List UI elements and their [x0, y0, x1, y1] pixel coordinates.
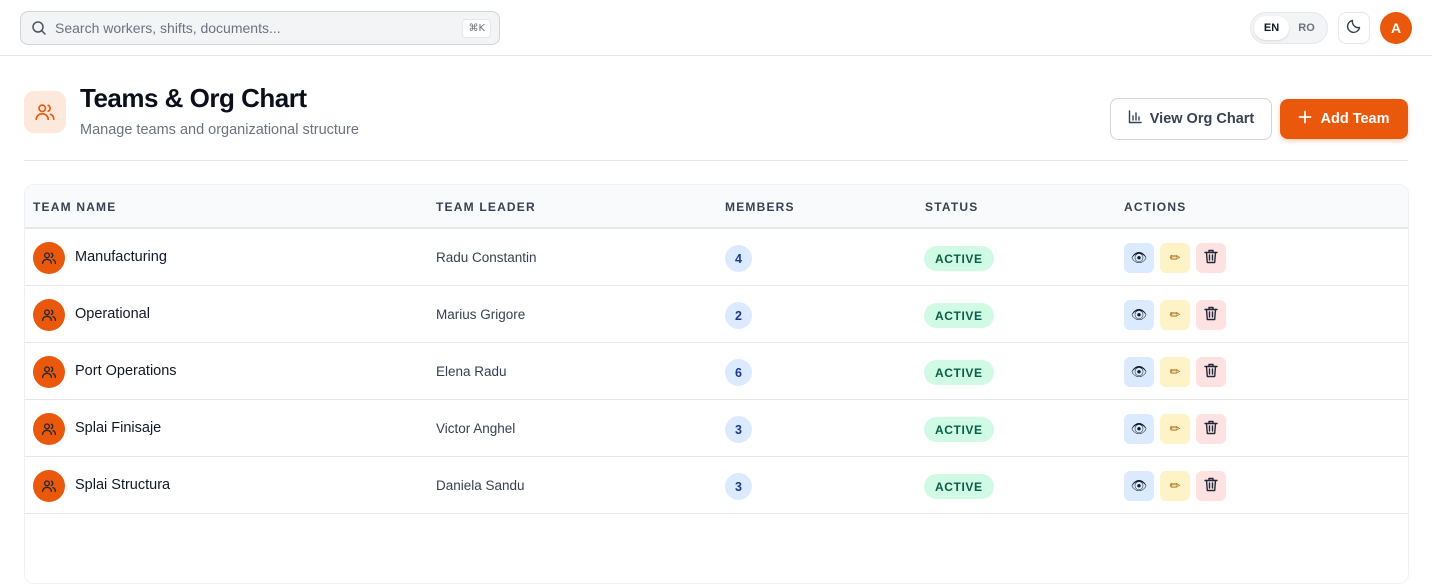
trash-icon: [1204, 420, 1218, 439]
status-badge: ACTIVE: [924, 474, 994, 499]
pencil-icon: ✏: [1169, 250, 1181, 266]
view-team-button[interactable]: 👁: [1124, 243, 1154, 273]
search-input[interactable]: [55, 20, 463, 36]
status-badge: ACTIVE: [924, 360, 994, 385]
language-switcher[interactable]: EN RO: [1250, 12, 1328, 44]
top-bar: ⌘K EN RO A: [0, 0, 1432, 56]
edit-team-button[interactable]: ✏: [1160, 300, 1190, 330]
delete-team-button[interactable]: [1196, 300, 1226, 330]
view-org-chart-button[interactable]: View Org Chart: [1110, 98, 1272, 140]
add-team-label: Add Team: [1320, 111, 1390, 127]
view-team-button[interactable]: 👁: [1124, 471, 1154, 501]
table-row[interactable]: Splai Finisaje Victor Anghel 3 ACTIVE 👁 …: [25, 400, 1408, 457]
edit-team-button[interactable]: ✏: [1160, 471, 1190, 501]
team-name: Port Operations: [75, 363, 177, 379]
table-body: Manufacturing Radu Constantin 4 ACTIVE 👁…: [25, 229, 1408, 514]
column-header-team-name: TEAM NAME: [33, 200, 117, 214]
team-name: Splai Structura: [75, 477, 171, 493]
view-team-button[interactable]: 👁: [1124, 357, 1154, 387]
status-badge: ACTIVE: [924, 246, 994, 271]
team-icon: [33, 470, 65, 502]
delete-team-button[interactable]: [1196, 357, 1226, 387]
bar-chart-icon: [1128, 110, 1142, 128]
members-count-badge: 3: [725, 473, 752, 500]
pencil-icon: ✏: [1169, 307, 1181, 323]
team-leader: Radu Constantin: [436, 250, 537, 265]
view-org-chart-label: View Org Chart: [1149, 111, 1255, 127]
team-name: Manufacturing: [75, 249, 167, 265]
pencil-icon: ✏: [1169, 478, 1181, 494]
delete-team-button[interactable]: [1196, 471, 1226, 501]
members-count-badge: 4: [725, 245, 752, 272]
trash-icon: [1204, 249, 1218, 268]
status-badge: ACTIVE: [924, 303, 994, 328]
delete-team-button[interactable]: [1196, 243, 1226, 273]
column-header-team-leader: TEAM LEADER: [436, 200, 536, 214]
members-count-badge: 6: [725, 359, 752, 386]
eye-icon: 👁: [1130, 307, 1148, 323]
table-header: TEAM NAME TEAM LEADER MEMBERS STATUS ACT…: [25, 185, 1408, 229]
view-team-button[interactable]: 👁: [1124, 414, 1154, 444]
team-leader: Victor Anghel: [436, 421, 516, 436]
team-name: Splai Finisaje: [75, 420, 162, 436]
table-row[interactable]: Operational Marius Grigore 2 ACTIVE 👁 ✏: [25, 286, 1408, 343]
plus-icon: [1298, 110, 1312, 128]
eye-icon: 👁: [1130, 421, 1148, 437]
eye-icon: 👁: [1130, 478, 1148, 494]
trash-icon: [1204, 306, 1218, 325]
table-row[interactable]: Manufacturing Radu Constantin 4 ACTIVE 👁…: [25, 229, 1408, 286]
delete-team-button[interactable]: [1196, 414, 1226, 444]
status-badge: ACTIVE: [924, 417, 994, 442]
page-title: Teams & Org Chart: [80, 83, 307, 113]
edit-team-button[interactable]: ✏: [1160, 243, 1190, 273]
header-divider: [24, 160, 1408, 161]
column-header-members: MEMBERS: [725, 200, 795, 214]
team-name: Operational: [75, 306, 150, 322]
page-subtitle: Manage teams and organizational structur…: [80, 122, 359, 138]
edit-team-button[interactable]: ✏: [1160, 357, 1190, 387]
teams-table: TEAM NAME TEAM LEADER MEMBERS STATUS ACT…: [24, 184, 1409, 584]
column-header-status: STATUS: [925, 200, 979, 214]
team-icon: [33, 242, 65, 274]
add-team-button[interactable]: Add Team: [1280, 99, 1408, 139]
search-box[interactable]: ⌘K: [20, 11, 500, 45]
team-icon: [33, 356, 65, 388]
view-team-button[interactable]: 👁: [1124, 300, 1154, 330]
eye-icon: 👁: [1130, 364, 1148, 380]
team-leader: Elena Radu: [436, 364, 507, 379]
pencil-icon: ✏: [1169, 421, 1181, 437]
language-option-ro[interactable]: RO: [1289, 16, 1324, 40]
moon-icon: [1346, 18, 1362, 39]
column-header-actions: ACTIONS: [1124, 200, 1187, 214]
members-count-badge: 2: [725, 302, 752, 329]
table-row[interactable]: Splai Structura Daniela Sandu 3 ACTIVE 👁…: [25, 457, 1408, 514]
user-avatar[interactable]: A: [1380, 12, 1412, 44]
table-row[interactable]: Port Operations Elena Radu 6 ACTIVE 👁 ✏: [25, 343, 1408, 400]
eye-icon: 👁: [1130, 250, 1148, 266]
pencil-icon: ✏: [1169, 364, 1181, 380]
trash-icon: [1204, 363, 1218, 382]
team-leader: Daniela Sandu: [436, 478, 525, 493]
team-leader: Marius Grigore: [436, 307, 526, 322]
members-count-badge: 3: [725, 416, 752, 443]
shortcut-hint: ⌘K: [462, 18, 491, 38]
language-option-en[interactable]: EN: [1254, 16, 1289, 40]
theme-toggle-button[interactable]: [1338, 12, 1370, 44]
trash-icon: [1204, 477, 1218, 496]
team-icon: [33, 299, 65, 331]
search-icon: [31, 20, 47, 36]
teams-icon: [24, 91, 66, 133]
edit-team-button[interactable]: ✏: [1160, 414, 1190, 444]
team-icon: [33, 413, 65, 445]
